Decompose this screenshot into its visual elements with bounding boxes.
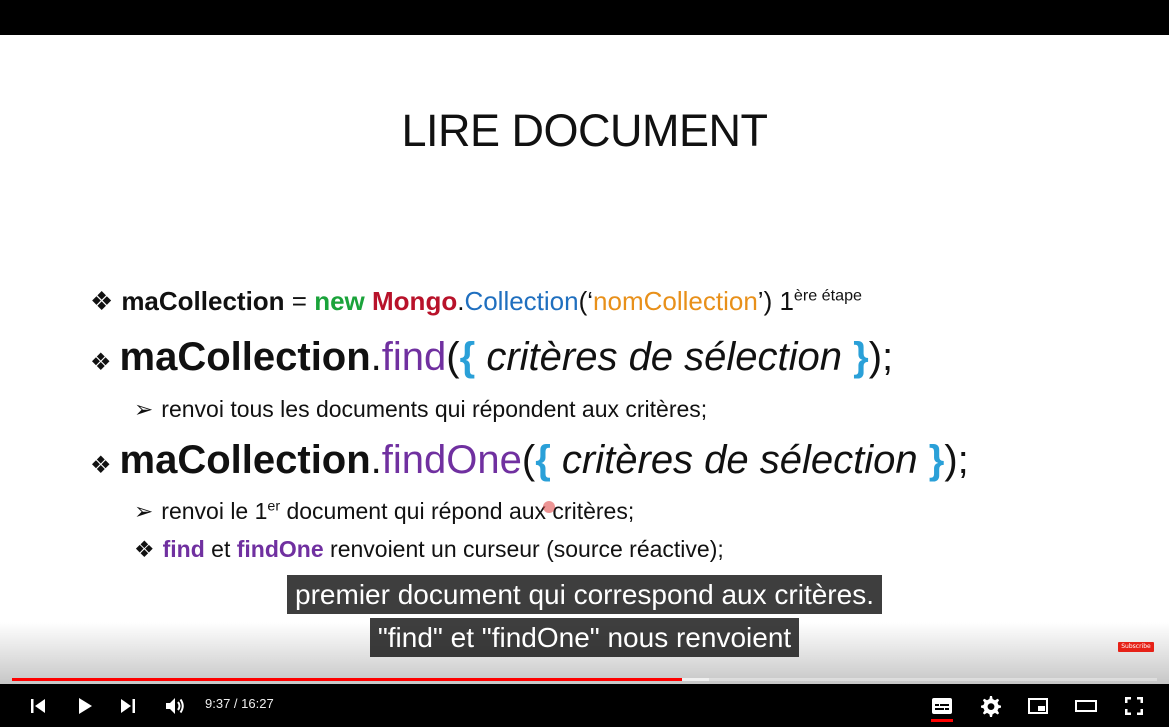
code-brace: } bbox=[928, 438, 945, 482]
diamond-bullet-icon: ❖ bbox=[90, 452, 112, 479]
slide-bullet-find: ❖ maCollection.find({ critères de sélecti… bbox=[90, 335, 893, 380]
miniplayer-icon bbox=[1028, 698, 1048, 714]
code-var: maCollection bbox=[121, 286, 285, 316]
code-dot: . bbox=[370, 438, 382, 482]
code-collection: Collection bbox=[464, 286, 579, 316]
slide-bullet-findone: ❖ maCollection.findOne({ critères de séle… bbox=[90, 438, 969, 483]
progress-bar[interactable] bbox=[12, 678, 1157, 681]
code-paren: (‘ bbox=[578, 286, 594, 316]
slide-bullet-collection: ❖ maCollection = new Mongo.Collection(‘no… bbox=[90, 286, 862, 317]
subbullet-text: document qui répond aux critères; bbox=[280, 498, 635, 524]
slide-subbullet-cursor: ❖ find et findOne renvoient un curseur (s… bbox=[134, 536, 724, 563]
subbullet-text: renvoi tous les documents qui répondent … bbox=[161, 396, 708, 422]
subbullet-text: renvoi le 1 bbox=[161, 498, 268, 524]
code-paren-close: ); bbox=[868, 335, 894, 379]
code-brace: { bbox=[459, 335, 476, 379]
step-superscript: ère étape bbox=[793, 286, 862, 305]
captions-icon bbox=[932, 698, 952, 714]
skip-next-icon bbox=[121, 699, 135, 713]
captions-overlay: premier document qui correspond aux crit… bbox=[0, 575, 1169, 661]
slide-subbullet-find: ➢ renvoi tous les documents qui répondent… bbox=[134, 396, 707, 423]
diamond-bullet-icon: ❖ bbox=[90, 286, 114, 316]
gear-icon bbox=[981, 696, 1001, 717]
code-paren-close: ’) 1 bbox=[757, 286, 794, 316]
code-var: maCollection bbox=[119, 335, 371, 379]
code-findone: findOne bbox=[236, 536, 324, 562]
code-new: new bbox=[314, 286, 365, 316]
code-method-findone: findOne bbox=[381, 438, 522, 482]
laser-pointer-dot bbox=[543, 501, 555, 513]
code-dot: . bbox=[370, 335, 382, 379]
caption-line-1: premier document qui correspond aux crit… bbox=[287, 575, 882, 614]
code-eq: = bbox=[284, 286, 315, 316]
player-controls: 9:37 / 16:27 bbox=[0, 684, 1169, 727]
subscribe-watermark[interactable]: Subscribe bbox=[1118, 642, 1154, 652]
miniplayer-button[interactable] bbox=[1024, 692, 1052, 720]
slide-subbullet-findone: ➢ renvoi le 1er document qui répond aux c… bbox=[134, 498, 634, 525]
play-button[interactable] bbox=[70, 692, 98, 720]
play-icon bbox=[79, 698, 92, 714]
code-arg: nomCollection bbox=[593, 286, 758, 316]
volume-button[interactable] bbox=[161, 692, 189, 720]
code-criteria: critères de sélection bbox=[475, 335, 854, 379]
diamond-bullet-icon: ❖ bbox=[134, 536, 155, 562]
video-player[interactable]: LIRE DOCUMENT ❖ maCollection = new Mongo.… bbox=[0, 0, 1169, 727]
volume-icon bbox=[166, 698, 184, 714]
settings-button[interactable] bbox=[976, 692, 1004, 720]
ordinal-superscript: er bbox=[267, 498, 281, 515]
diamond-bullet-icon: ❖ bbox=[90, 349, 112, 376]
arrow-bullet-icon: ➢ bbox=[134, 396, 154, 422]
code-paren-close: ); bbox=[944, 438, 969, 482]
code-mongo: Mongo bbox=[372, 286, 458, 316]
theater-mode-button[interactable] bbox=[1072, 692, 1100, 720]
caption-line-2: "find" et "findOne" nous renvoient bbox=[369, 618, 800, 657]
fullscreen-button[interactable] bbox=[1120, 692, 1148, 720]
code-var: maCollection bbox=[119, 438, 371, 482]
code-method-find: find bbox=[381, 335, 447, 379]
time-display: 9:37 / 16:27 bbox=[205, 696, 274, 711]
code-criteria: critères de sélection bbox=[550, 438, 929, 482]
code-brace: } bbox=[853, 335, 869, 379]
code-paren: ( bbox=[521, 438, 536, 482]
slide-title: LIRE DOCUMENT bbox=[401, 105, 768, 156]
previous-button[interactable] bbox=[24, 692, 52, 720]
code-brace: { bbox=[535, 438, 551, 482]
progress-played bbox=[12, 678, 683, 681]
theater-mode-icon bbox=[1075, 700, 1097, 712]
next-button[interactable] bbox=[114, 692, 142, 720]
arrow-bullet-icon: ➢ bbox=[134, 498, 154, 524]
captions-button[interactable] bbox=[928, 692, 956, 722]
captions-active-indicator bbox=[931, 719, 953, 722]
subbullet-text: et bbox=[204, 536, 237, 562]
subbullet-text: renvoient un curseur (source réactive); bbox=[323, 536, 724, 562]
fullscreen-icon bbox=[1125, 697, 1143, 715]
code-paren: ( bbox=[446, 335, 460, 379]
skip-previous-icon bbox=[31, 699, 45, 713]
code-find: find bbox=[162, 536, 205, 562]
